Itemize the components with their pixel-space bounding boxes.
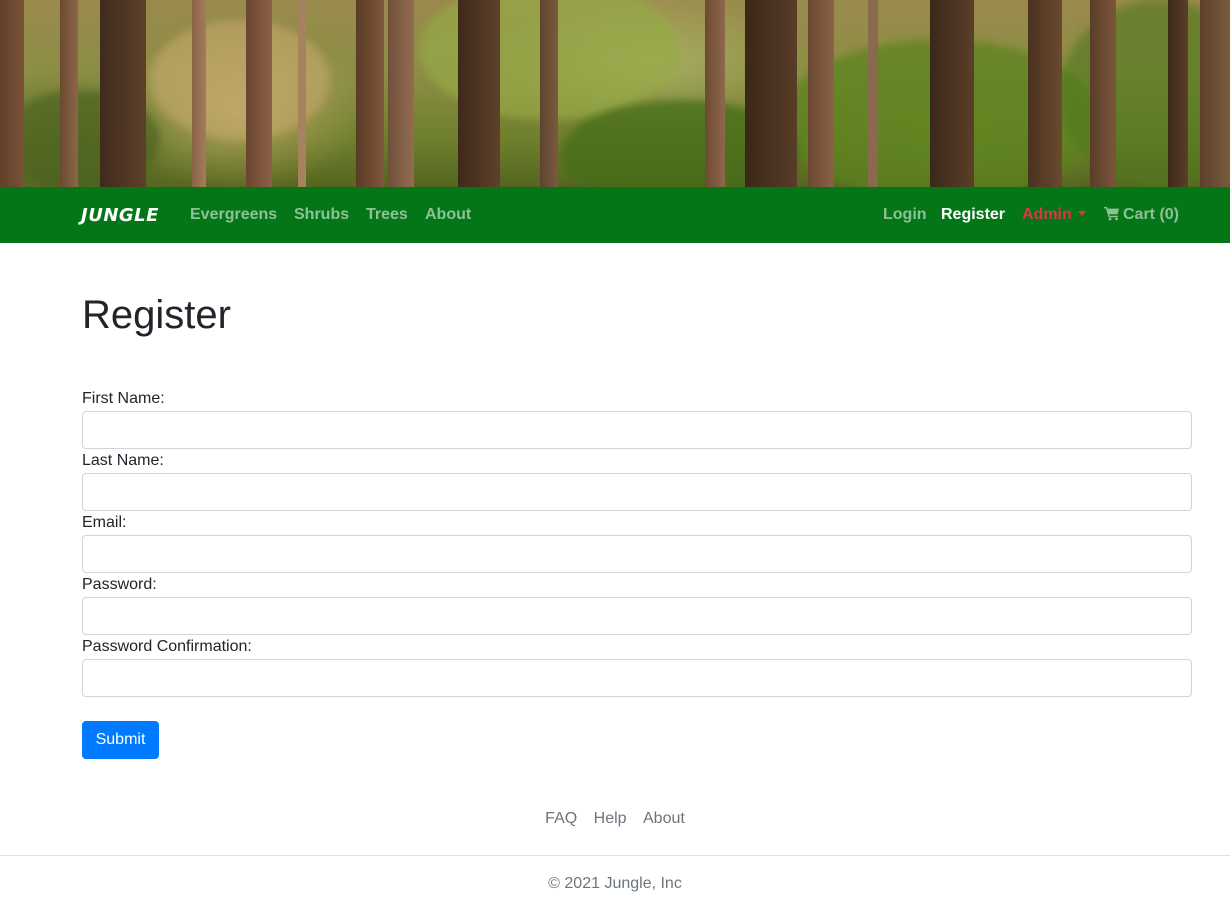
footer-link-faq[interactable]: FAQ <box>545 810 577 828</box>
password-confirmation-label: Password Confirmation: <box>82 638 252 655</box>
cart-label: Cart (0) <box>1123 206 1180 223</box>
last-name-field[interactable] <box>82 473 1192 511</box>
shopping-cart-icon <box>1104 206 1120 226</box>
brand-logo[interactable]: JUNGLE <box>81 205 159 226</box>
top-navbar: JUNGLE Evergreens Shrubs Trees About Log… <box>0 187 1230 243</box>
page-title: Register <box>82 293 231 337</box>
password-confirmation-field[interactable] <box>82 659 1192 697</box>
footer-link-about[interactable]: About <box>643 810 685 828</box>
nav-link-trees[interactable]: Trees <box>366 206 408 224</box>
cart-link[interactable]: Cart (0) <box>1104 206 1179 226</box>
copyright-text: © 2021 Jungle, Inc <box>548 875 682 892</box>
last-name-label: Last Name: <box>82 452 164 469</box>
password-label: Password: <box>82 576 157 593</box>
footer-link-help[interactable]: Help <box>594 810 627 828</box>
footer-links: FAQ Help About <box>0 810 1230 828</box>
email-label: Email: <box>82 514 127 531</box>
caret-down-icon <box>1077 211 1086 216</box>
nav-link-evergreens[interactable]: Evergreens <box>190 206 277 224</box>
first-name-field[interactable] <box>82 411 1192 449</box>
nav-link-register[interactable]: Register <box>941 206 1005 224</box>
hero-banner-image <box>0 0 1230 187</box>
first-name-label: First Name: <box>82 390 165 407</box>
email-field[interactable] <box>82 535 1192 573</box>
admin-label: Admin <box>1022 206 1072 223</box>
nav-link-shrubs[interactable]: Shrubs <box>294 206 349 224</box>
admin-dropdown-toggle[interactable]: Admin <box>1022 206 1086 224</box>
nav-link-about[interactable]: About <box>425 206 471 224</box>
nav-link-login[interactable]: Login <box>883 206 927 224</box>
password-field[interactable] <box>82 597 1192 635</box>
footer-divider <box>0 855 1230 856</box>
submit-button[interactable]: Submit <box>82 721 159 759</box>
